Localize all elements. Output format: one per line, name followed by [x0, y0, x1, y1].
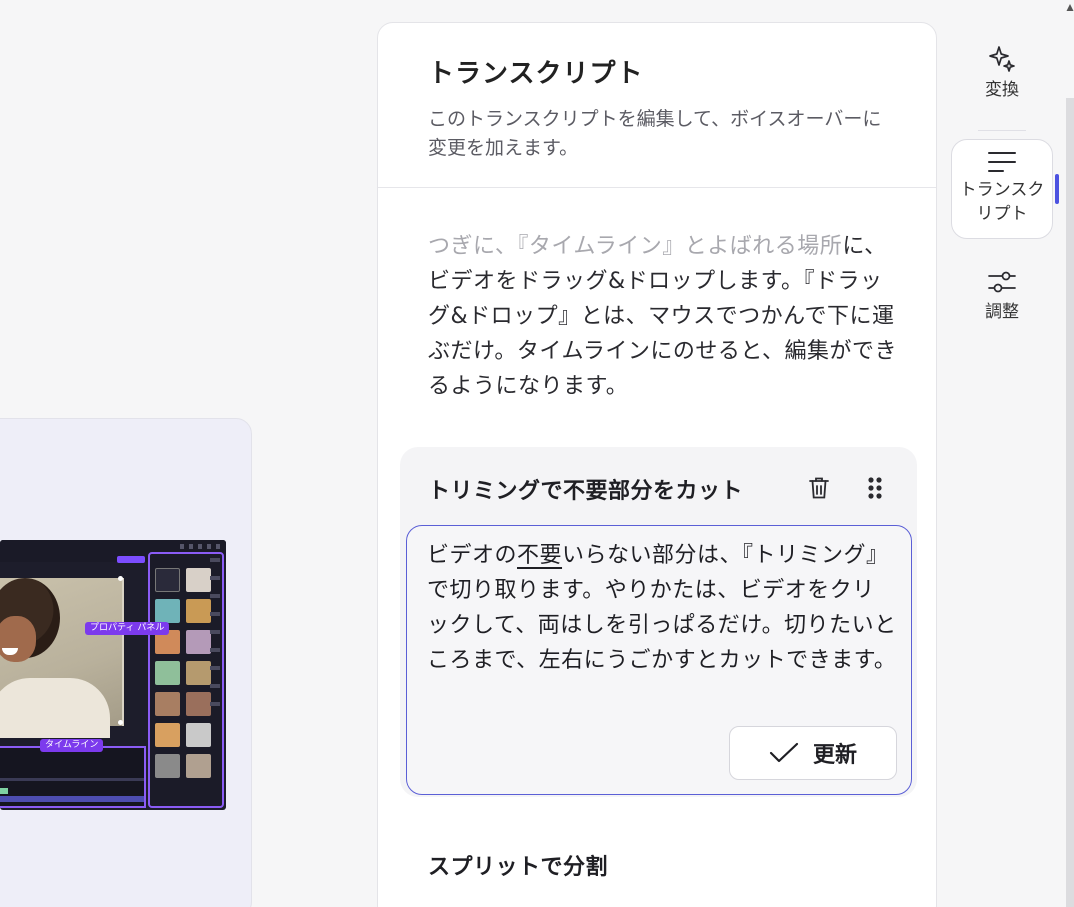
filter-thumbnail: [186, 661, 211, 685]
nav-label: 調整: [985, 302, 1019, 322]
filter-thumbnail: [155, 599, 180, 623]
section-title: トリミングで不要部分をカット: [428, 479, 744, 504]
filter-thumbnail: [186, 723, 211, 747]
nav-item-transcript[interactable]: トランスクリプト: [951, 139, 1053, 239]
editor-toolbar-icons: [180, 544, 220, 549]
nav-label: トランスクリプト: [959, 180, 1045, 224]
editor-export-button: [117, 556, 145, 563]
transcript-section: トリミングで不要部分をカット ビデオの不要いらない部分は、『トリミング』で切り取…: [400, 447, 917, 797]
sliders-icon: [988, 271, 1016, 293]
timeline-tag: タイムライン: [40, 739, 104, 752]
filter-thumbnail: [186, 692, 211, 716]
nav-label: 変換: [985, 80, 1019, 100]
editor-property-panel: [148, 552, 224, 808]
filter-thumbnail: [155, 754, 180, 778]
crop-handle: [118, 576, 123, 581]
editor-video-preview: [0, 576, 124, 738]
check-icon: [769, 742, 799, 763]
timeline-clip-thumb: [0, 788, 8, 794]
filter-thumbnail: [155, 661, 180, 685]
nav-item-adjust[interactable]: 調整: [951, 268, 1053, 324]
next-section-title: スプリットで分割: [428, 855, 609, 880]
editable-text[interactable]: ビデオの不要いらない部分は、『トリミング』で切り取ります。やりかたは、ビデオをク…: [427, 538, 897, 678]
filter-thumbnail: [186, 568, 211, 592]
trash-icon[interactable]: [804, 473, 834, 503]
update-label: 更新: [812, 743, 857, 768]
scrollbar[interactable]: [1066, 98, 1074, 907]
divider: [378, 187, 936, 188]
editable-text-start: ビデオの: [427, 543, 518, 568]
nav-separator: [978, 130, 1026, 131]
faded-text: つぎに、『タイムライン』とよばれる場所: [428, 234, 843, 259]
timeline-ruler: [0, 778, 144, 781]
transcript-panel: トランスクリプト このトランスクリプトを編集して、ボイスオーバーに変更を加えます…: [377, 22, 937, 907]
section-text-editor[interactable]: ビデオの不要いらない部分は、『トリミング』で切り取ります。やりかたは、ビデオをク…: [406, 525, 912, 795]
scroll-up-arrow-icon[interactable]: [1066, 2, 1074, 12]
underlined-word: 不要: [517, 543, 563, 568]
timeline-track: [0, 796, 144, 802]
editor-screenshot: [0, 540, 226, 810]
nav-item-convert[interactable]: 変換: [951, 44, 1053, 102]
filter-thumbnail: [155, 723, 180, 747]
panel-title: トランスクリプト: [428, 59, 644, 89]
transcript-paragraph[interactable]: つぎに、『タイムライン』とよばれる場所に、ビデオをドラッグ&ドロップします。『ド…: [428, 229, 898, 404]
editor-side-icons: [210, 558, 220, 708]
filter-thumbnail: [155, 568, 180, 592]
update-button[interactable]: 更新: [729, 726, 897, 780]
filter-thumbnail: [186, 630, 211, 654]
editor-timeline: [0, 746, 146, 808]
filter-thumbnail-grid: [155, 568, 211, 778]
drag-handle-icon[interactable]: [860, 473, 890, 503]
crop-handle: [118, 720, 123, 725]
lines-icon: [988, 152, 1016, 172]
filter-thumbnail: [186, 754, 211, 778]
person-sweater: [0, 678, 110, 738]
panel-description: このトランスクリプトを編集して、ボイスオーバーに変更を加えます。: [428, 108, 882, 159]
filter-thumbnail: [155, 692, 180, 716]
person-face: [0, 616, 36, 662]
active-indicator: [1055, 174, 1059, 204]
filter-thumbnail: [186, 599, 211, 623]
sparkle-icon: [989, 46, 1015, 72]
property-panel-tag: プロパティ パネル: [85, 622, 170, 635]
